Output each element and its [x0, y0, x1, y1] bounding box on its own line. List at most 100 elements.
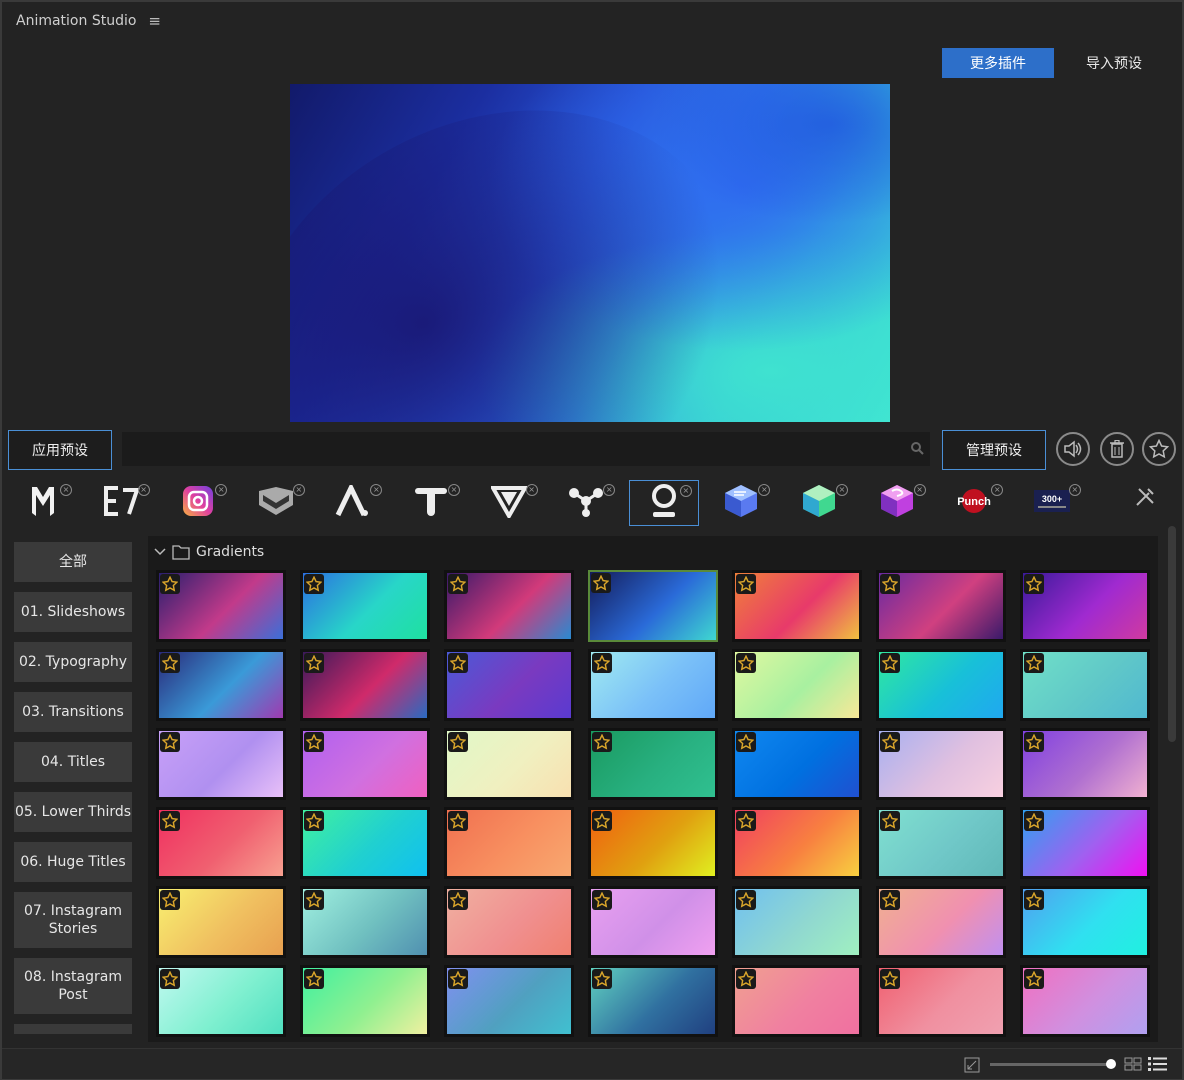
- close-icon[interactable]: ×: [292, 484, 305, 496]
- delete-button[interactable]: [1100, 432, 1134, 466]
- favorite-star-icon[interactable]: [880, 732, 900, 752]
- slider-handle[interactable]: [1106, 1059, 1116, 1069]
- favorite-star-icon[interactable]: [1024, 969, 1044, 989]
- preset-thumbnail[interactable]: [156, 807, 286, 879]
- favorite-star-icon[interactable]: [592, 653, 612, 673]
- favorite-star-icon[interactable]: [304, 574, 324, 594]
- favorite-star-icon[interactable]: [448, 653, 468, 673]
- fit-size-icon[interactable]: [964, 1057, 980, 1073]
- close-icon[interactable]: ×: [448, 484, 460, 496]
- preset-thumbnail[interactable]: [732, 886, 862, 958]
- thumbnail-size-slider[interactable]: [990, 1063, 1114, 1066]
- chevron-down-icon[interactable]: [154, 548, 166, 556]
- favorite-star-icon[interactable]: [304, 732, 324, 752]
- preset-thumbnail[interactable]: [1020, 570, 1150, 642]
- favorite-star-icon[interactable]: [160, 732, 180, 752]
- preset-thumbnail[interactable]: [300, 570, 430, 642]
- close-icon[interactable]: ×: [603, 484, 616, 496]
- grid-view-icon[interactable]: [1124, 1057, 1142, 1071]
- preset-thumbnail[interactable]: [588, 570, 718, 642]
- preset-thumbnail[interactable]: [1020, 965, 1150, 1037]
- close-icon[interactable]: ×: [525, 484, 538, 496]
- preset-thumbnail[interactable]: [444, 728, 574, 800]
- more-plugins-button[interactable]: 更多插件: [942, 48, 1054, 78]
- favorite-star-icon[interactable]: [880, 890, 900, 910]
- favorite-star-icon[interactable]: [592, 969, 612, 989]
- folder-header[interactable]: Gradients: [154, 544, 264, 560]
- plugin-tab-e7-logo[interactable]: ×: [86, 480, 156, 526]
- preset-thumbnail[interactable]: [1020, 649, 1150, 721]
- preset-thumbnail[interactable]: [876, 886, 1006, 958]
- favorite-star-icon[interactable]: [1024, 811, 1044, 831]
- preset-thumbnail[interactable]: [876, 807, 1006, 879]
- search-input[interactable]: [122, 432, 902, 468]
- plugin-tab-instagram[interactable]: ×: [163, 480, 233, 526]
- preset-thumbnail[interactable]: [732, 965, 862, 1037]
- preset-thumbnail[interactable]: [444, 886, 574, 958]
- favorite-star-icon[interactable]: [736, 732, 756, 752]
- category-item[interactable]: 02. Typography: [14, 642, 132, 682]
- favorite-star-icon[interactable]: [160, 574, 180, 594]
- tools-icon[interactable]: [1134, 486, 1156, 512]
- preset-thumbnail[interactable]: [732, 728, 862, 800]
- plugin-tab-o-logo[interactable]: ×: [628, 480, 699, 526]
- preset-thumbnail[interactable]: [588, 807, 718, 879]
- favorite-star-icon[interactable]: [304, 653, 324, 673]
- close-icon[interactable]: ×: [215, 484, 228, 496]
- preset-thumbnail[interactable]: [1020, 886, 1150, 958]
- preset-thumbnail[interactable]: [444, 649, 574, 721]
- close-icon[interactable]: ×: [991, 484, 1004, 496]
- favorite-star-icon[interactable]: [304, 890, 324, 910]
- category-item-partial[interactable]: [14, 1024, 132, 1034]
- favorite-star-icon[interactable]: [160, 890, 180, 910]
- close-icon[interactable]: ×: [679, 485, 692, 497]
- favorite-star-icon[interactable]: [304, 811, 324, 831]
- category-item[interactable]: 06. Huge Titles: [14, 842, 132, 882]
- list-view-icon[interactable]: [1148, 1056, 1168, 1072]
- favorite-star-icon[interactable]: [880, 653, 900, 673]
- favorite-star-icon[interactable]: [1024, 890, 1044, 910]
- preset-thumbnail[interactable]: [300, 886, 430, 958]
- favorite-button[interactable]: [1142, 432, 1176, 466]
- preset-thumbnail[interactable]: [732, 649, 862, 721]
- preset-thumbnail[interactable]: [588, 886, 718, 958]
- category-item[interactable]: 04. Titles: [14, 742, 132, 782]
- preset-thumbnail[interactable]: [300, 807, 430, 879]
- favorite-star-icon[interactable]: [736, 890, 756, 910]
- category-item[interactable]: 全部: [14, 542, 132, 582]
- favorite-star-icon[interactable]: [448, 969, 468, 989]
- preset-thumbnail[interactable]: [156, 649, 286, 721]
- favorite-star-icon[interactable]: [448, 732, 468, 752]
- manage-preset-button[interactable]: 管理预设: [942, 430, 1046, 470]
- close-icon[interactable]: ×: [370, 484, 383, 496]
- favorite-star-icon[interactable]: [736, 969, 756, 989]
- favorite-star-icon[interactable]: [592, 890, 612, 910]
- preset-thumbnail[interactable]: [876, 649, 1006, 721]
- hamburger-menu-icon[interactable]: ≡: [148, 12, 161, 30]
- favorite-star-icon[interactable]: [736, 811, 756, 831]
- close-icon[interactable]: ×: [758, 484, 771, 496]
- search-icon[interactable]: [910, 441, 924, 455]
- preset-thumbnail[interactable]: [876, 570, 1006, 642]
- favorite-star-icon[interactable]: [160, 653, 180, 673]
- preset-thumbnail[interactable]: [588, 649, 718, 721]
- favorite-star-icon[interactable]: [304, 969, 324, 989]
- category-item[interactable]: 07. Instagram Stories: [14, 892, 132, 948]
- favorite-star-icon[interactable]: [880, 811, 900, 831]
- close-icon[interactable]: ×: [836, 484, 848, 496]
- preset-thumbnail[interactable]: [156, 570, 286, 642]
- close-icon[interactable]: ×: [60, 484, 72, 496]
- plugin-tab-punch-logo[interactable]: Punch ×: [939, 480, 1009, 526]
- plugin-tab-cube-green[interactable]: ×: [784, 480, 854, 526]
- close-icon[interactable]: ×: [137, 484, 150, 496]
- favorite-star-icon[interactable]: [448, 811, 468, 831]
- preset-thumbnail[interactable]: [876, 965, 1006, 1037]
- preset-thumbnail[interactable]: [300, 649, 430, 721]
- close-icon[interactable]: ×: [913, 484, 926, 496]
- preset-thumbnail[interactable]: [588, 728, 718, 800]
- import-preset-button[interactable]: 导入预设: [1072, 48, 1156, 78]
- category-item[interactable]: 03. Transitions: [14, 692, 132, 732]
- favorite-star-icon[interactable]: [448, 574, 468, 594]
- favorite-star-icon[interactable]: [1024, 732, 1044, 752]
- preset-thumbnail[interactable]: [156, 728, 286, 800]
